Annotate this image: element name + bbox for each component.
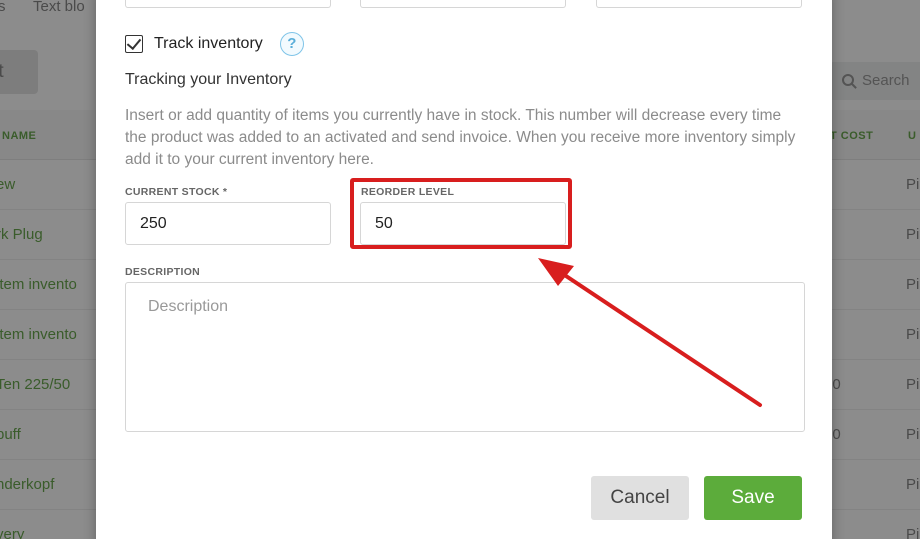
track-inventory-label[interactable]: Track inventory [154,35,263,53]
track-inventory-row: Track inventory ? [125,32,304,56]
annotation-highlight-box [350,178,572,249]
current-stock-input[interactable]: 250 [125,202,331,245]
inventory-modal: Track inventory ? Tracking your Inventor… [96,0,832,539]
description-label: DESCRIPTION [125,266,201,278]
save-button[interactable]: Save [704,476,802,520]
help-icon[interactable]: ? [279,32,304,56]
section-title: Tracking your Inventory [125,71,292,88]
description-textarea[interactable]: Description [125,282,805,432]
track-inventory-checkbox[interactable] [125,35,143,53]
current-stock-label: CURRENT STOCK * [125,186,228,198]
section-description: Insert or add quantity of items you curr… [125,107,796,168]
top-field-1[interactable] [125,0,331,8]
cancel-button[interactable]: Cancel [591,476,689,520]
top-field-3[interactable] [596,0,802,8]
top-field-2[interactable] [360,0,566,8]
